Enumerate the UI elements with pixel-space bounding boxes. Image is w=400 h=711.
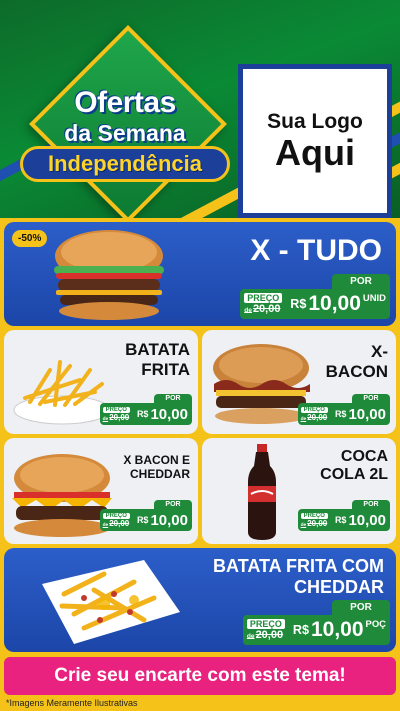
title-ribbon: Independência <box>20 146 230 182</box>
por-label: POR <box>352 394 390 403</box>
title-da-semana: da Semana <box>64 120 186 146</box>
preco-label: PREÇO <box>246 619 285 629</box>
old-price: de20,00 <box>300 412 328 422</box>
old-price: de20,00 <box>300 518 328 528</box>
disclaimer-text: *Imagens Meramente Ilustrativas <box>6 698 138 708</box>
product-card-batata-cheddar[interactable]: BATATA FRITA COM CHEDDAR POR PREÇO de20,… <box>4 548 396 652</box>
price-tag: POR PREÇO de20,00 R$ 10,00 <box>99 394 192 425</box>
title-badge: Ofertas da Semana Independência <box>20 25 230 218</box>
product-name: BATATA FRITA COM CHEDDAR <box>213 556 384 597</box>
unit-label: POÇ <box>365 619 386 630</box>
burger-image <box>54 230 164 320</box>
title-ofertas: Ofertas <box>74 86 176 119</box>
current-price: 10,00 <box>150 405 188 423</box>
old-price: de20,00 <box>102 518 130 528</box>
product-card-x-bacon-cheddar[interactable]: X BACON E CHEDDAR POR PREÇO de20,00 R$ 1… <box>4 438 198 544</box>
price-tag: POR PREÇO de20,00 R$ 10,00 <box>297 500 390 531</box>
por-label: POR <box>332 274 390 289</box>
logo-placeholder[interactable]: Sua Logo Aqui <box>238 64 392 218</box>
product-card-batata-frita[interactable]: BATATA FRITA POR PREÇO de20,00 R$ 10,00 <box>4 330 198 434</box>
currency-label: R$ <box>136 515 149 525</box>
currency-label: R$ <box>290 297 307 311</box>
header-banner: Ofertas da Semana Independência Sua Logo… <box>0 0 400 218</box>
product-name: BATATA FRITA <box>125 340 190 379</box>
price-tag: POR PREÇO de20,00 R$ 10,00 POÇ <box>242 600 390 645</box>
current-price: 10,00 <box>348 511 386 529</box>
price-tag: POR PREÇO de20,00 R$ 10,00 UNID <box>240 274 390 319</box>
product-name: X- BACON <box>325 342 388 381</box>
product-card-coca-cola[interactable]: COCA COLA 2L POR PREÇO de20,00 R$ 10,00 <box>202 438 396 544</box>
unit-label: UNID <box>362 293 386 304</box>
currency-label: R$ <box>292 623 309 637</box>
currency-label: R$ <box>334 409 347 419</box>
product-name: X BACON E CHEDDAR <box>123 453 190 481</box>
preco-label: PREÇO <box>244 293 283 303</box>
current-price: 10,00 <box>308 292 361 315</box>
soda-bottle-image <box>248 444 276 540</box>
old-price: de20,00 <box>246 629 284 641</box>
old-price: de20,00 <box>102 412 130 422</box>
current-price: 10,00 <box>150 511 188 529</box>
old-price: de20,00 <box>244 303 281 315</box>
price-tag: POR PREÇO de20,00 R$ 10,00 <box>99 500 192 531</box>
logo-text-1: Sua Logo <box>267 110 363 134</box>
price-tag: POR PREÇO de20,00 R$ 10,00 <box>297 394 390 425</box>
title-independencia: Independência <box>47 151 203 176</box>
product-name: COCA COLA 2L <box>320 448 388 484</box>
product-card-x-tudo[interactable]: -50% X - TUDO POR PREÇO de20,00 R$ 10,00… <box>4 222 396 326</box>
product-card-x-bacon[interactable]: X- BACON POR PREÇO de20,00 R$ 10,00 <box>202 330 396 434</box>
por-label: POR <box>154 500 192 509</box>
cheese-fries-image <box>42 560 180 644</box>
por-label: POR <box>154 394 192 403</box>
currency-label: R$ <box>136 409 149 419</box>
current-price: 10,00 <box>310 618 364 641</box>
por-label: POR <box>352 500 390 509</box>
product-name: X - TUDO <box>250 234 382 267</box>
logo-text-2: Aqui <box>275 132 355 174</box>
fries-image <box>13 360 111 425</box>
por-label: POR <box>332 600 390 615</box>
currency-label: R$ <box>334 515 347 525</box>
current-price: 10,00 <box>348 405 386 423</box>
create-flyer-button[interactable]: Crie seu encarte com este tema! <box>4 657 396 695</box>
discount-badge: -50% <box>12 230 48 247</box>
